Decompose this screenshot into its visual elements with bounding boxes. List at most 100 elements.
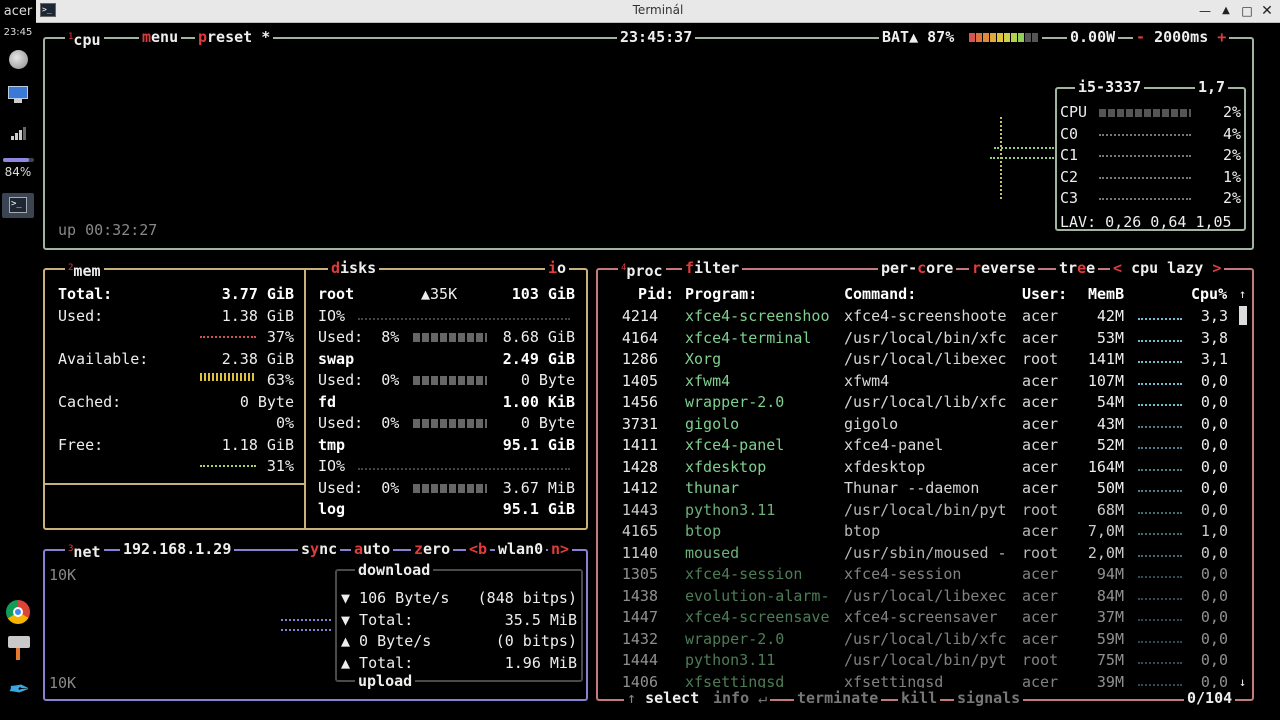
process-pid: 3731 — [621, 414, 658, 433]
app-installer-icon[interactable] — [8, 636, 30, 661]
scroll-up-icon[interactable]: ↑ — [1239, 284, 1246, 306]
load-average: LAV: 0,26 0,64 1,05 — [1060, 213, 1232, 231]
disks-box-title[interactable]: disks — [328, 258, 380, 278]
process-row[interactable]: 1447 xfce4-screensave xfce4-screensaver ace… — [598, 607, 1238, 628]
process-program: wrapper-2.0 — [685, 393, 785, 411]
process-row[interactable]: 1432 wrapper-2.0/usr/local/lib/xfc acer 59M… — [598, 629, 1238, 650]
process-cpu: 0,0 — [1200, 543, 1228, 562]
proc-box-title[interactable]: 4proc — [618, 258, 666, 280]
core-pct: 2% — [1222, 146, 1241, 164]
kill-button[interactable]: kill — [898, 688, 941, 708]
col-memb[interactable]: MemB — [1088, 284, 1124, 306]
net-auto-toggle[interactable]: auto — [351, 539, 394, 559]
process-command: xfwm4 — [844, 371, 890, 390]
process-cpu-graph — [1138, 683, 1182, 688]
io-toggle[interactable]: io — [545, 258, 570, 278]
scrollbar-thumb[interactable] — [1239, 306, 1247, 325]
terminal-area[interactable]: 1cpu menu preset * 23:45:37 BAT▲ 87% 0.0… — [36, 23, 1280, 720]
menu-button[interactable]: menu — [139, 27, 182, 47]
feather-icon[interactable]: ✒ — [6, 676, 30, 704]
terminal-task-button[interactable]: >_ — [2, 193, 34, 218]
net-box-title[interactable]: 3net — [65, 539, 104, 561]
download-rate: ▼ 106 Byte/s — [341, 589, 450, 607]
sort-selector[interactable]: < cpu lazy > — [1110, 258, 1225, 278]
net-zero-toggle[interactable]: zero — [411, 539, 454, 559]
info-button[interactable]: info ↵ — [710, 688, 771, 708]
mem-free-pct: 31% — [266, 457, 294, 475]
process-row[interactable]: 1411 xfce4-panel xfce4-panel acer 52M 0,0 — [598, 435, 1238, 456]
process-cpu: 0,0 — [1200, 565, 1228, 583]
disk-row-value: 95.1 GiB — [502, 435, 575, 454]
process-row[interactable]: 1428 xfdesktop xfdesktop acer 164M 0,0 — [598, 457, 1238, 478]
process-mem: 75M — [1096, 651, 1124, 669]
tree-toggle[interactable]: tree — [1056, 258, 1099, 278]
col-cpu[interactable]: Cpu% — [1191, 284, 1227, 306]
preset-button[interactable]: preset * — [195, 27, 274, 47]
process-row[interactable]: 4164 xfce4-terminal/usr/local/bin/xfc acer… — [598, 328, 1238, 349]
process-row[interactable]: 4214 xfce4-screenshoo xfce4-screenshoote ac… — [598, 306, 1238, 327]
net-next-iface[interactable]: n> — [548, 539, 573, 559]
maximize-icon[interactable]: □ — [1238, 2, 1256, 20]
cpu-box-title[interactable]: 1cpu — [65, 27, 104, 49]
mem-disk-divider — [304, 270, 306, 528]
network-monitor-icon[interactable] — [8, 86, 28, 104]
moon-icon[interactable] — [9, 50, 28, 69]
process-cpu: 0,0 — [1200, 479, 1228, 497]
process-program: xfce4-screenshoo — [685, 307, 830, 325]
process-row[interactable]: 1286 Xorg/usr/local/libexec root 141M 3,1 — [598, 349, 1238, 370]
process-program: xfce4-panel — [685, 436, 785, 454]
process-pid: 1456 — [621, 393, 658, 411]
net-sync-toggle[interactable]: sync — [298, 539, 341, 559]
minimize-icon[interactable]: — — [1196, 2, 1214, 20]
volume-slider[interactable] — [3, 158, 34, 162]
process-row[interactable]: 1456 wrapper-2.0/usr/local/lib/xfc acer 54M… — [598, 392, 1238, 413]
process-command: xfce4-panel — [844, 436, 944, 454]
terminate-button[interactable]: terminate — [794, 688, 882, 708]
col-program[interactable]: Program: — [685, 284, 757, 306]
shade-icon[interactable]: ▲ — [1217, 2, 1235, 20]
net-scale-bottom: 10K — [49, 674, 77, 692]
col-pid[interactable]: Pid: — [638, 284, 674, 306]
select-button[interactable]: ↑ select ↓ — [624, 688, 721, 708]
process-mem: 164M — [1087, 457, 1124, 476]
col-user[interactable]: User: — [1022, 284, 1067, 306]
cpu-model: i5-3337 — [1075, 77, 1145, 97]
close-icon[interactable]: ✕ — [1258, 2, 1276, 20]
core-meter — [1099, 109, 1191, 117]
mem-used-meter — [200, 336, 256, 340]
process-command: /usr/local/bin/pyt — [844, 500, 1007, 519]
process-row[interactable]: 1443 python3.11/usr/local/bin/pyt root 68M 0… — [598, 500, 1238, 521]
process-row[interactable]: 1140 moused/usr/sbin/moused - root 2,0M 0,0 — [598, 543, 1238, 564]
battery-segment — [1011, 33, 1018, 42]
mem-total-label: Total: — [58, 285, 113, 303]
window-titlebar[interactable]: >_ Terminál — ▲ □ ✕ — [36, 0, 1280, 23]
signals-button[interactable]: signals — [954, 688, 1024, 708]
col-command[interactable]: Command: — [844, 284, 916, 306]
process-row[interactable]: 1412 thunar Thunar --daemon acer 50M 0,0 — [598, 478, 1238, 499]
cpu-box: 1cpu menu preset * 23:45:37 BAT▲ 87% 0.0… — [43, 27, 1254, 250]
chrome-icon[interactable] — [6, 600, 30, 624]
core-meter — [1099, 176, 1191, 181]
process-cpu-graph — [1138, 597, 1182, 602]
net-graph-line — [281, 629, 331, 633]
mem-box-title[interactable]: 2mem — [65, 258, 104, 280]
process-mem: 37M — [1096, 608, 1124, 626]
filter-button[interactable]: filter — [682, 258, 743, 278]
mem-used-value: 1.38 GiB — [221, 307, 294, 325]
signal-bars-icon[interactable] — [11, 126, 27, 140]
process-row[interactable]: 4165 btop btop acer 7,0M 1,0 — [598, 521, 1238, 542]
scroll-down-icon[interactable]: ↓ — [1239, 672, 1246, 694]
disk-row-label: IO% — [318, 457, 346, 475]
reverse-toggle[interactable]: reverse — [969, 258, 1039, 278]
process-row[interactable]: 1444 python3.11/usr/local/bin/pyt root 75M 0… — [598, 650, 1238, 671]
battery-segment — [1004, 33, 1011, 42]
per-core-toggle[interactable]: per-core — [878, 258, 957, 278]
net-prev-iface[interactable]: <b — [466, 539, 491, 559]
process-program: xfdesktop — [685, 457, 767, 476]
process-row[interactable]: 3731 gigolo gigolo acer 43M 0,0 — [598, 414, 1238, 435]
process-row[interactable]: 1438 evolution-alarm- /usr/local/libexec ac… — [598, 586, 1238, 607]
process-row[interactable]: 1305 xfce4-session xfce4-session acer 94M 0,0 — [598, 564, 1238, 585]
core-meter — [1099, 155, 1191, 159]
process-row[interactable]: 1405 xfwm4 xfwm4 acer 107M 0,0 — [598, 371, 1238, 392]
interval-control[interactable]: - 2000ms + — [1133, 27, 1230, 47]
